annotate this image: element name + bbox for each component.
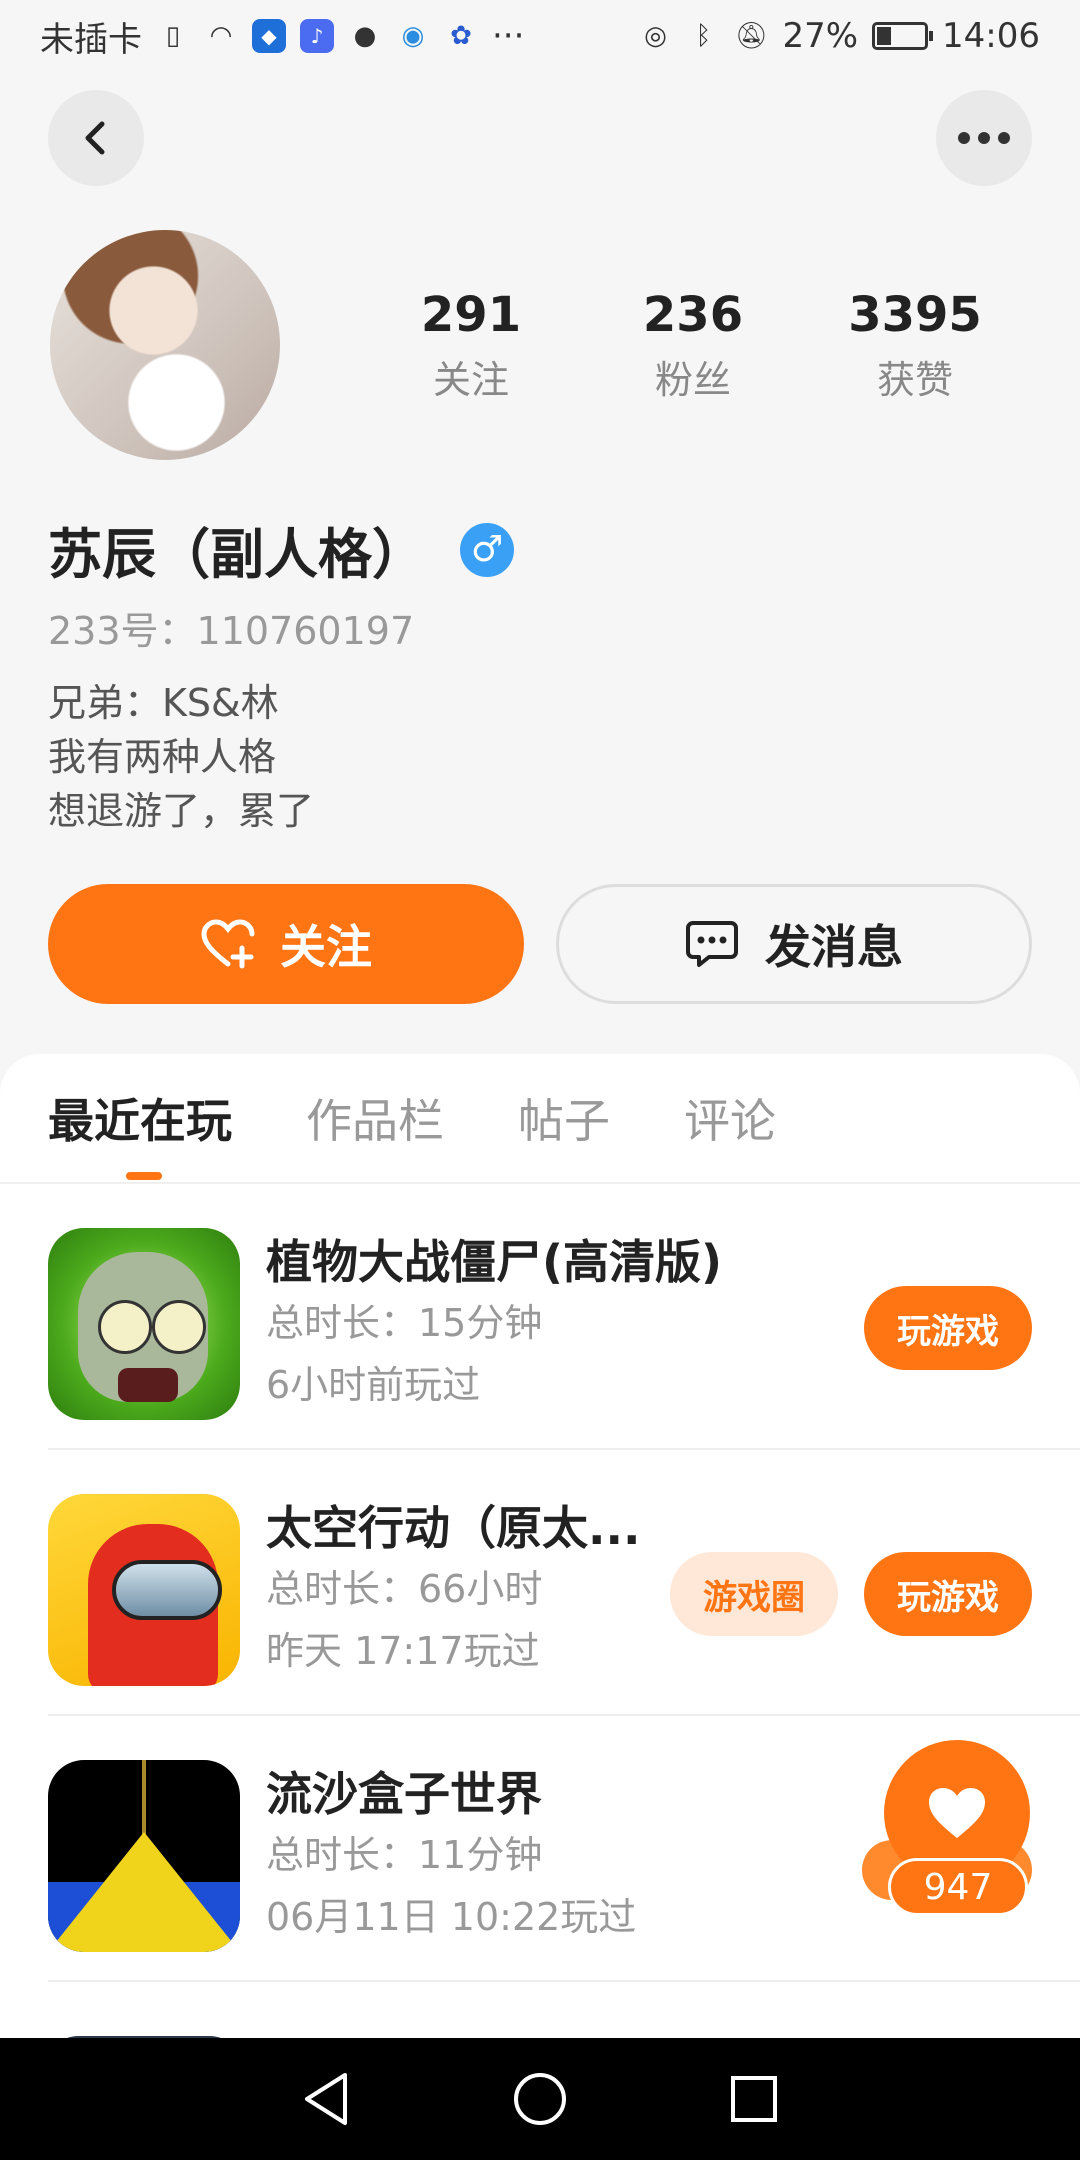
bio-line: 想退游了，累了: [48, 789, 315, 833]
play-game-button[interactable]: 玩游戏: [864, 1286, 1032, 1370]
game-name: 太空行动（原太...: [266, 1501, 641, 1555]
stat-label: 粉丝: [654, 358, 731, 402]
game-duration: 总时长：15分钟: [266, 1301, 543, 1345]
pvz-game-icon[interactable]: [48, 1228, 240, 1420]
list-item[interactable]: 植物大战僵尸(高清版) 总时长：15分钟 6小时前玩过 玩游戏: [48, 1184, 1080, 1450]
follow-button[interactable]: 关注: [48, 884, 524, 1004]
status-right: ◎ ᛒ 🔕︎ 27% 14:06: [638, 16, 1040, 56]
nav-home-icon[interactable]: [512, 2071, 568, 2127]
game-info: 植物大战僵尸(高清版) 总时长：15分钟 6小时前玩过: [266, 1232, 722, 1416]
profile-stats: 291 关注 236 粉丝 3395 获赞: [360, 285, 1026, 404]
send-message-button[interactable]: 发消息: [556, 884, 1032, 1004]
heart-icon: [929, 1788, 985, 1838]
bluetooth-icon: ᛒ: [695, 21, 712, 51]
nav-back-icon[interactable]: [301, 2071, 351, 2127]
stat-label: 获赞: [876, 358, 953, 402]
game-name: 流沙盒子世界: [266, 1767, 542, 1821]
sandbox-game-icon[interactable]: [48, 1760, 240, 1952]
game-info: 太空行动（原太... 总时长：66小时 昨天 17:17玩过: [266, 1498, 640, 1682]
tab-recently-played[interactable]: 最近在玩: [48, 1085, 232, 1151]
bio-line: 我有两种人格: [48, 735, 277, 779]
browser-icon: ◉: [401, 21, 425, 51]
tab-indicator: [126, 1172, 162, 1180]
carrier-text: 未插卡: [40, 19, 142, 60]
name-row: 苏辰（副人格） ♂: [48, 510, 514, 589]
user-id: 233号：110760197: [48, 609, 415, 653]
game-last-played: 6小时前玩过: [266, 1363, 481, 1407]
tab-posts[interactable]: 帖子: [518, 1085, 610, 1151]
wifi-icon: ◠: [209, 21, 233, 51]
clock: 14:06: [942, 16, 1040, 56]
mute-icon: 🔕︎: [734, 21, 768, 51]
stat-value: 236: [642, 287, 744, 343]
among-us-game-icon[interactable]: [48, 1494, 240, 1686]
game-last-played: 昨天 17:17玩过: [266, 1629, 540, 1673]
stat-likes[interactable]: 3395 获赞: [804, 285, 1026, 404]
follow-label: 关注: [280, 920, 372, 974]
tab-comments[interactable]: 评论: [684, 1085, 776, 1151]
game-info: 流沙盒子世界 总时长：11分钟 06月11日 10:22玩过: [266, 1764, 636, 1948]
bio: 兄弟：KS&林 我有两种人格 想退游了，累了: [48, 676, 314, 838]
battery-icon: [872, 22, 934, 50]
nav-recents-icon[interactable]: [729, 2074, 779, 2124]
baidu-icon: ✿: [450, 21, 472, 51]
avatar[interactable]: [50, 230, 280, 460]
system-nav-bar: [0, 2038, 1080, 2160]
sim-icon: ▯: [165, 21, 181, 51]
game-last-played: 06月11日 10:22玩过: [266, 1895, 637, 1939]
like-count: 947: [888, 1858, 1028, 1916]
more-icon: [958, 132, 1010, 144]
play-game-button[interactable]: 玩游戏: [864, 1552, 1032, 1636]
stat-value: 291: [420, 287, 522, 343]
back-arrow-icon: [85, 121, 105, 155]
status-bar: 未插卡 ▯ ◠ ◆ ♪ ● ◉ ✿ ··· ◎ ᛒ 🔕︎ 27% 14:06: [0, 0, 1080, 72]
stat-label: 关注: [432, 358, 509, 402]
chat-bubble-icon: [686, 921, 738, 967]
message-label: 发消息: [765, 920, 903, 974]
qq-icon: ●: [353, 21, 377, 51]
stat-following[interactable]: 291 关注: [360, 285, 582, 404]
content-card: 最近在玩 作品栏 帖子 评论 植物大战僵尸(高清版) 总时长：15分钟 6小时前…: [0, 1054, 1080, 2104]
eye-icon: ◎: [644, 21, 667, 51]
game-circle-button[interactable]: 游戏圈: [670, 1552, 838, 1636]
more-notifications-icon: ···: [492, 16, 525, 56]
bio-line: 兄弟：KS&林: [48, 681, 279, 725]
tab-works[interactable]: 作品栏: [306, 1085, 444, 1151]
stat-value: 3395: [848, 287, 982, 343]
list-item[interactable]: 太空行动（原太... 总时长：66小时 昨天 17:17玩过 游戏圈 玩游戏: [48, 1450, 1080, 1716]
game-duration: 总时长：66小时: [266, 1567, 543, 1611]
back-button[interactable]: [48, 90, 144, 186]
music-app-icon: ♪: [300, 19, 334, 53]
status-left: 未插卡 ▯ ◠ ◆ ♪ ● ◉ ✿ ···: [40, 12, 524, 61]
heart-plus-icon: [201, 919, 255, 969]
stat-followers[interactable]: 236 粉丝: [582, 285, 804, 404]
male-gender-icon: ♂: [460, 522, 514, 577]
username: 苏辰（副人格）: [48, 523, 426, 586]
shield-app-icon: ◆: [252, 19, 286, 53]
tab-bar: 最近在玩 作品栏 帖子 评论: [0, 1054, 1080, 1184]
more-options-button[interactable]: [936, 90, 1032, 186]
battery-percent: 27%: [782, 16, 859, 56]
game-name: 植物大战僵尸(高清版): [266, 1235, 723, 1289]
like-floating-button[interactable]: 947: [862, 1740, 1032, 1920]
game-duration: 总时长：11分钟: [266, 1833, 543, 1877]
